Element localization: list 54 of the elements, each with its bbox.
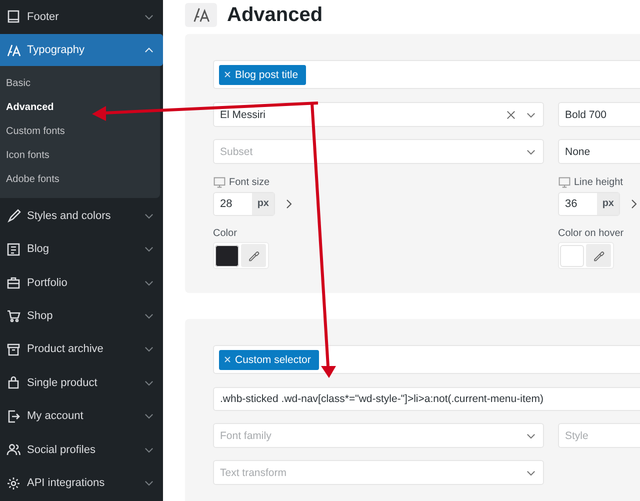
monitor-icon <box>213 176 226 189</box>
submenu-item[interactable]: Basic <box>0 72 160 96</box>
field-label: Line height <box>574 177 623 188</box>
sidebar-item[interactable]: My account <box>0 400 163 432</box>
typography-icon <box>185 3 217 27</box>
unit-select[interactable]: px <box>252 193 274 215</box>
cart-icon <box>6 308 21 324</box>
selector-input[interactable]: .whb-sticked .wd-nav[class*="wd-style-"]>li>a:not(.current-menu-item) <box>213 387 640 411</box>
field-label: Color <box>213 228 238 239</box>
archive-icon <box>6 342 21 357</box>
remove-icon <box>224 356 231 363</box>
monitor-icon <box>558 176 571 189</box>
select-field[interactable]: El Messiri <box>213 102 544 127</box>
color-picker[interactable] <box>213 242 269 269</box>
sidebar-item[interactable]: Product archive <box>0 334 163 366</box>
sidebar-item[interactable]: Blog <box>0 233 163 265</box>
sidebar-item[interactable]: Typography <box>0 34 163 66</box>
sidebar-item[interactable]: Single product <box>0 367 163 399</box>
blog-icon <box>6 242 21 257</box>
eyedropper-icon <box>241 244 266 267</box>
submenu-item[interactable]: Adobe fonts <box>0 168 160 192</box>
color-picker[interactable] <box>558 242 614 269</box>
bag-icon <box>6 375 21 390</box>
color-swatch[interactable] <box>560 244 584 266</box>
submenu-item[interactable]: Advanced <box>0 96 160 120</box>
eyedropper-icon <box>586 244 611 267</box>
number-field[interactable]: 36 px <box>558 192 620 216</box>
selector-field[interactable]: Blog post title <box>213 60 640 89</box>
selector-tag[interactable]: Custom selector <box>219 350 319 370</box>
select-field[interactable]: None <box>558 139 640 164</box>
number-field[interactable]: 28 px <box>213 192 275 216</box>
field-label: Font size <box>229 177 270 188</box>
book-icon <box>6 9 21 24</box>
typography-icon <box>6 42 21 58</box>
sidebar-item[interactable]: Social profiles <box>0 434 163 466</box>
submenu-item[interactable]: Custom fonts <box>0 120 160 144</box>
sidebar-item[interactable]: Portfolio <box>0 266 163 298</box>
people-icon <box>6 442 21 458</box>
sidebar-item[interactable]: API integrations <box>0 468 163 499</box>
login-icon <box>6 408 21 424</box>
remove-icon <box>224 71 231 78</box>
sidebar-item[interactable]: Footer <box>0 1 163 32</box>
sidebar-item[interactable]: Shop <box>0 300 163 332</box>
page-title: Advanced <box>227 4 323 26</box>
selector-field[interactable]: Custom selector <box>213 345 640 374</box>
unit-select[interactable]: px <box>597 193 619 215</box>
sidebar-item[interactable]: Styles and colors <box>0 200 163 232</box>
select-field[interactable]: Bold 700 <box>558 102 640 127</box>
briefcase-icon <box>6 275 21 290</box>
color-swatch[interactable] <box>215 244 239 266</box>
selector-tag[interactable]: Blog post title <box>219 64 306 84</box>
brush-icon <box>6 208 21 224</box>
field-label: Color on hover <box>558 228 625 239</box>
submenu-item[interactable]: Icon fonts <box>0 144 160 168</box>
